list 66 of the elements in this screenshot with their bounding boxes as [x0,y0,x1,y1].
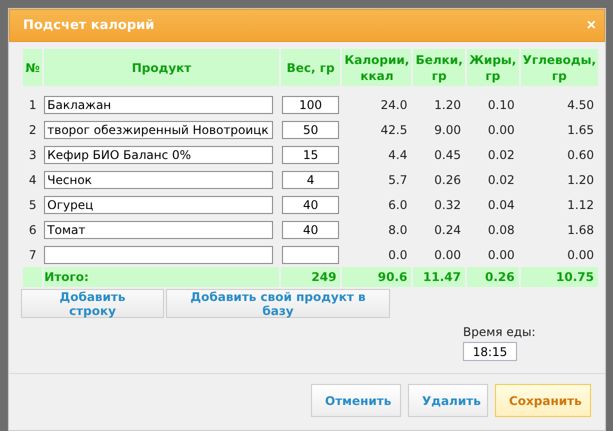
total-label: Итого: [44,267,279,287]
table-cell-text: 0.00 [433,246,462,264]
table-cell-text: 4.50 [566,96,595,114]
column-header: Жиры, гр [466,49,519,86]
row-number: 7 [28,246,38,264]
total-cell: 90.6 [342,267,412,287]
table-cell-text: 1.20 [433,96,462,114]
product-field[interactable] [44,246,274,264]
column-header: Вес, гр [280,49,340,86]
table-cell-text: 0.10 [486,96,516,114]
product-field[interactable]: Баклажан [44,96,274,114]
row-number: 2 [28,122,38,138]
weight-field[interactable]: 40 [282,196,340,214]
row-number: 6 [28,222,38,238]
total-cell: 10.75 [520,267,598,287]
row-number: 1 [28,96,38,114]
table-cell-text: 9.00 [433,122,462,138]
column-header: Продукт [44,49,279,86]
table-cell-text: 0.45 [433,146,462,164]
product-field[interactable]: Кефир БИО Баланс 0% [44,146,274,164]
table-cell-text: 1.12 [566,196,595,214]
time-field[interactable]: 18:15 [463,342,517,361]
meal-time-label: Время еды: [463,325,536,339]
table-cell-text: 1.65 [566,122,595,138]
product-field[interactable]: Томат [44,220,274,238]
weight-field[interactable]: 40 [282,220,340,238]
table-cell-text: 42.5 [380,122,408,138]
table-cell-text: 4.4 [387,146,408,164]
weight-field[interactable]: 50 [282,120,340,138]
table-cell-text: 0.00 [486,122,516,138]
weight-field[interactable]: 100 [282,96,340,114]
table-cell [23,267,42,287]
weight-field[interactable] [282,246,340,264]
weight-field[interactable]: 4 [282,170,340,188]
product-field[interactable]: творог обезжиренный Новотроицк [44,120,274,138]
table-cell-text: 0.00 [566,246,595,264]
table-cell-text: 24.0 [380,96,408,114]
product-field[interactable]: Огурец [44,196,274,214]
row-number: 5 [28,196,38,214]
table-cell-text: 0.60 [566,146,595,164]
total-cell: 0.26 [466,267,519,287]
column-header: Углеводы, гр [520,49,598,86]
table-cell-text: 0.04 [486,196,516,214]
column-header: Белки, гр [413,49,465,86]
window-title: Подсчет калорий [23,18,154,33]
table-cell-text: 0.26 [433,172,462,188]
total-cell: 249 [280,267,340,287]
total-cell: 11.47 [413,267,465,287]
table-cell-text: 8.0 [387,222,408,238]
column-header: Калории, ккал [342,49,412,86]
table-cell-text: 0.00 [486,246,516,264]
table-cell-text: 6.0 [387,196,408,214]
table-cell-text: 1.20 [566,172,595,188]
table-cell-text: 0.08 [486,222,516,238]
table-cell-text: 0.02 [486,172,516,188]
table-cell-text: 0.32 [433,196,462,214]
table-cell-text: 1.68 [566,222,595,238]
table-cell-text: 0.0 [387,246,408,264]
row-number: 3 [28,146,38,164]
table-cell-text: 5.7 [387,172,408,188]
row-number: 4 [28,172,38,188]
product-field[interactable]: Чеснок [44,170,274,188]
table-cell-text: 0.24 [433,222,462,238]
weight-field[interactable]: 15 [282,146,340,164]
column-header: № [23,49,42,86]
table-cell-text: 0.02 [486,146,516,164]
